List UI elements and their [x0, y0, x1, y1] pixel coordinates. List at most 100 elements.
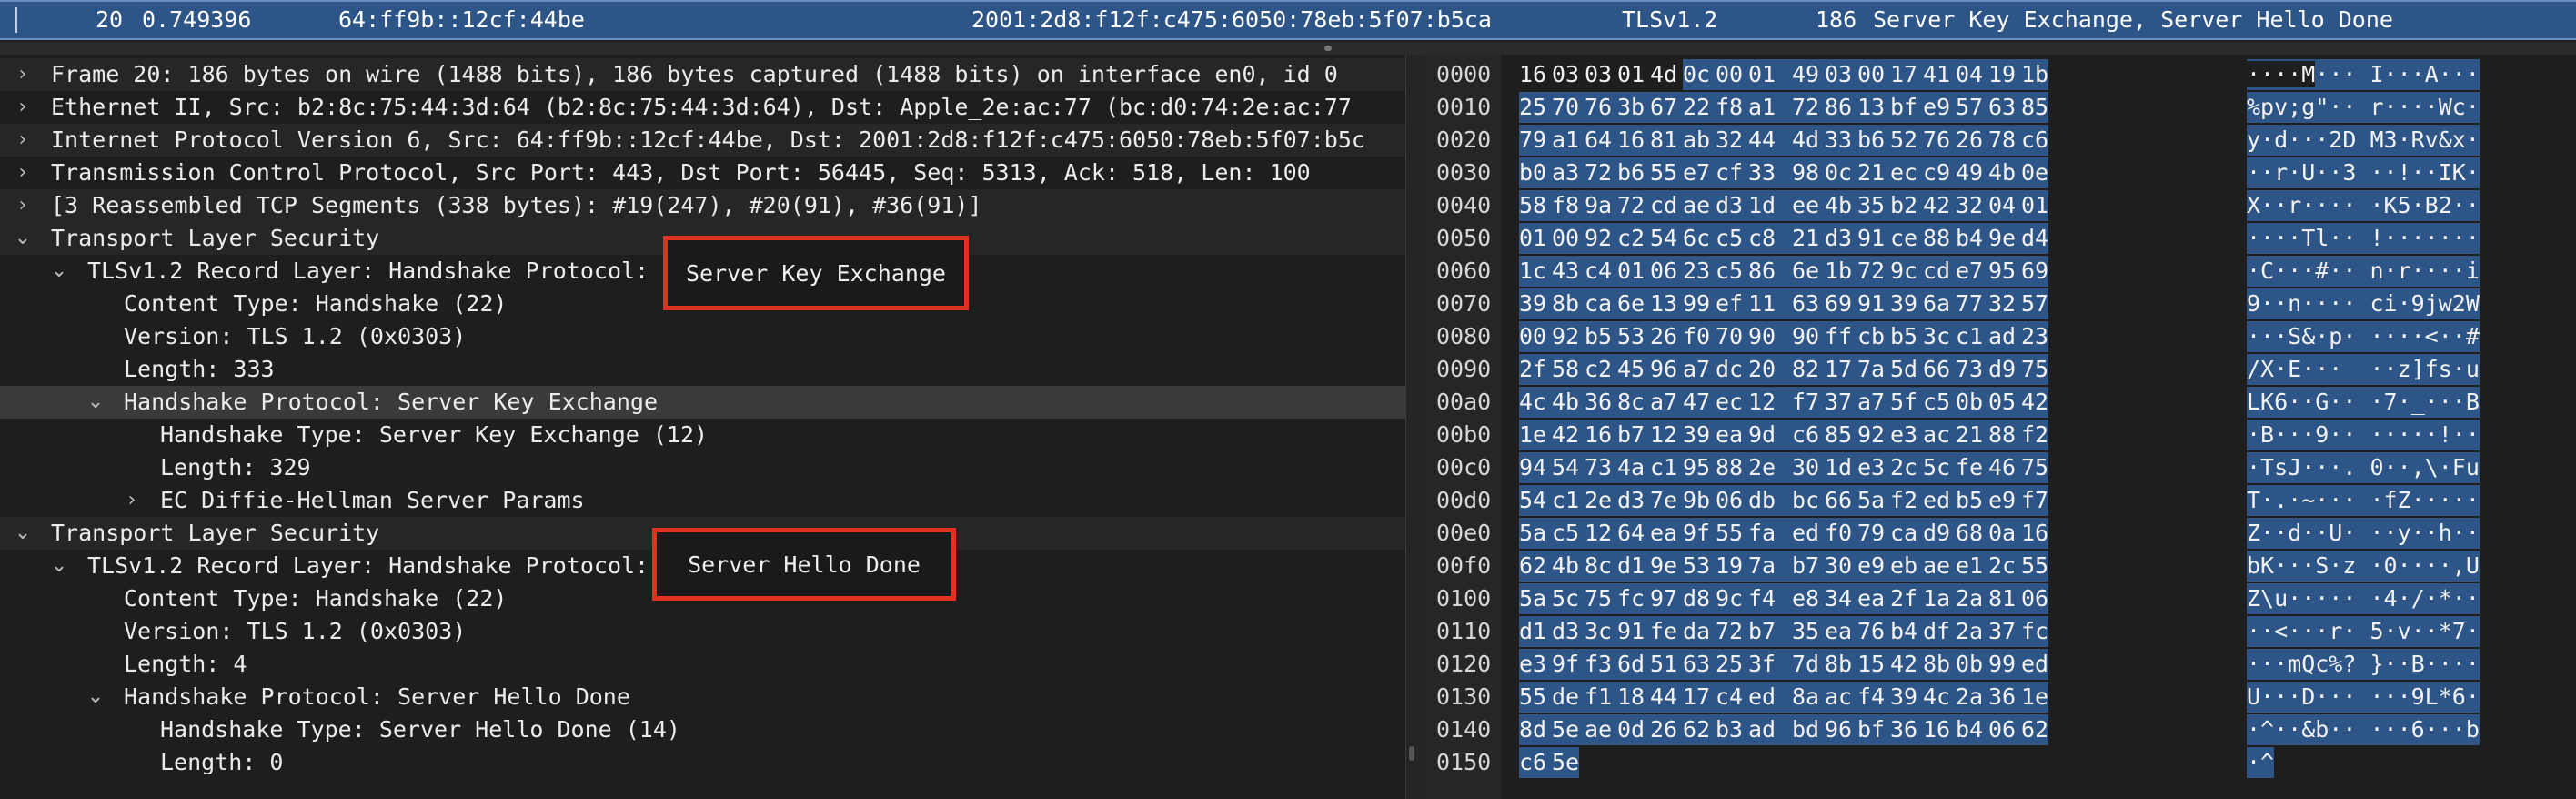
hex-byte[interactable]: c5 [1923, 387, 1950, 418]
hex-byte[interactable]: 15 [1857, 649, 1885, 680]
hex-byte[interactable]: b7 [1748, 616, 1776, 647]
hex-byte[interactable]: 42 [1890, 649, 1917, 680]
hex-byte[interactable]: 03 [1552, 59, 1579, 90]
hex-byte[interactable]: 9a [1585, 190, 1612, 221]
hex-byte[interactable]: 96 [1650, 354, 1677, 385]
hex-byte[interactable]: 9b [1683, 485, 1710, 516]
hex-line[interactable]: 00c0 94 54 73 4a c1 95 88 2e 30 1d e3 2c 5c fe 46 75 ·TsJ… [1424, 451, 2576, 484]
hex-byte[interactable]: ed [1792, 518, 1819, 549]
hex-line[interactable]: 0050 01 00 92 c2 54 6c c5 c8 21 d3 91 ce 88 b4 9e d4 ····… [1424, 222, 2576, 255]
hex-byte[interactable]: c2 [1585, 354, 1612, 385]
hex-byte[interactable]: eb [1890, 551, 1917, 582]
hex-byte[interactable]: 2a [1956, 616, 1983, 647]
hex-byte[interactable]: 39 [1890, 288, 1917, 319]
tree-row[interactable]: › Ethernet II, Src: b2:8c:75:44:3d:64 (b2… [0, 91, 1405, 124]
hex-byte[interactable]: 96 [1825, 714, 1852, 745]
hex-byte[interactable]: 54 [1650, 223, 1677, 254]
hex-byte[interactable]: c8 [1748, 223, 1776, 254]
hex-byte[interactable]: 82 [1792, 354, 1819, 385]
hex-byte[interactable]: 32 [1988, 288, 2016, 319]
hex-byte[interactable]: 00 [1857, 59, 1885, 90]
hex-byte[interactable]: 5f [1890, 387, 1917, 418]
ascii-text[interactable]: ·^··&b·· ···6···b [2247, 714, 2480, 745]
hex-byte[interactable]: c1 [1650, 452, 1677, 483]
hex-byte[interactable]: 91 [1857, 223, 1885, 254]
hex-line[interactable]: 0080 00 92 b5 53 26 f0 70 90 90 ff cb b5 3c c1 ad 23 ···S… [1424, 320, 2576, 353]
hex-byte[interactable]: 55 [2021, 551, 2048, 582]
hex-byte[interactable]: 6d [1617, 649, 1645, 680]
hex-byte[interactable]: bf [1890, 92, 1917, 123]
hex-byte[interactable]: 3c [1923, 321, 1950, 352]
hex-byte[interactable]: f3 [1585, 649, 1612, 680]
ascii-text[interactable]: ·C···#·· n·r····i [2247, 256, 2480, 287]
ascii-text[interactable]: ·B···9·· ·····!·· [2247, 420, 2480, 450]
hex-byte[interactable]: d3 [1552, 616, 1579, 647]
hex-byte[interactable]: 6a [1923, 288, 1950, 319]
hex-byte[interactable]: c6 [1519, 747, 1546, 778]
hex-byte[interactable]: c6 [1792, 420, 1819, 450]
hex-byte[interactable]: 20 [1748, 354, 1776, 385]
hex-byte[interactable]: 0a [1988, 518, 2016, 549]
hex-byte[interactable]: 35 [1857, 190, 1885, 221]
hex-byte[interactable]: a3 [1552, 157, 1579, 188]
hex-byte[interactable]: d1 [1617, 551, 1645, 582]
hex-byte[interactable]: 95 [1683, 452, 1710, 483]
hex-line[interactable]: 00e0 5a c5 12 64 ea 9f 55 fa ed f0 79 ca d9 68 0a 16 Z··d… [1424, 517, 2576, 550]
hex-byte[interactable]: ae [1683, 190, 1710, 221]
hex-byte[interactable]: 26 [1956, 125, 1983, 156]
hex-byte[interactable]: 03 [1585, 59, 1612, 90]
hex-byte[interactable]: 8b [1923, 649, 1950, 680]
hex-byte[interactable]: 4a [1617, 452, 1645, 483]
hex-byte[interactable]: 04 [1956, 59, 1983, 90]
hex-byte[interactable]: 9f [1683, 518, 1710, 549]
hex-byte[interactable]: 16 [1519, 59, 1546, 90]
hex-line[interactable]: 00a0 4c 4b 36 8c a7 47 ec 12 f7 37 a7 5f c5 0b 05 42 LK6·… [1424, 386, 2576, 419]
hex-byte[interactable]: d8 [1683, 583, 1710, 614]
ascii-text[interactable]: X··r···· ·K5·B2·· [2247, 190, 2480, 221]
hex-byte[interactable]: 16 [1585, 420, 1612, 450]
hex-byte[interactable]: 42 [1552, 420, 1579, 450]
hex-byte[interactable]: 3b [1617, 92, 1645, 123]
hex-byte[interactable]: 3c [1585, 616, 1612, 647]
ascii-text[interactable]: U···D··· ···9L*6· [2247, 682, 2480, 713]
hex-byte[interactable]: 0d [1617, 714, 1645, 745]
hex-byte[interactable]: b6 [1857, 125, 1885, 156]
hex-byte[interactable]: 1a [1923, 583, 1950, 614]
hex-byte[interactable]: 12 [1585, 518, 1612, 549]
hex-byte[interactable]: b0 [1519, 157, 1546, 188]
hex-byte[interactable]: 13 [1857, 92, 1885, 123]
hex-byte[interactable]: 0b [1956, 649, 1983, 680]
hex-line[interactable]: 0040 58 f8 9a 72 cd ae d3 1d ee 4b 35 b2 42 32 04 01 X··r… [1424, 189, 2576, 222]
hex-byte[interactable]: 5a [1519, 518, 1546, 549]
hex-byte[interactable]: 01 [1617, 59, 1645, 90]
hex-byte[interactable]: ef [1716, 288, 1743, 319]
hex-byte[interactable]: f4 [1748, 583, 1776, 614]
hex-byte[interactable]: 91 [1617, 616, 1645, 647]
hex-byte[interactable]: 75 [2021, 452, 2048, 483]
hex-byte[interactable]: 66 [1825, 485, 1852, 516]
hex-byte[interactable]: 73 [1585, 452, 1612, 483]
hex-byte[interactable]: 8b [1825, 649, 1852, 680]
hex-byte[interactable]: 4b [1825, 190, 1852, 221]
hex-byte[interactable]: 66 [1923, 354, 1950, 385]
ascii-text[interactable]: y·d···2D M3·Rv&x· [2247, 125, 2480, 156]
ascii-text[interactable]: ·^ [2247, 747, 2275, 778]
hex-byte[interactable]: 73 [1956, 354, 1983, 385]
hex-byte[interactable]: b5 [1890, 321, 1917, 352]
hex-byte[interactable]: 94 [1519, 452, 1546, 483]
hex-byte[interactable]: 76 [1923, 125, 1950, 156]
hex-line[interactable]: 0140 8d 5e ae 0d 26 62 b3 ad bd 96 bf 36 16 b4 06 62 ·^··… [1424, 713, 2576, 746]
hex-byte[interactable]: 5a [1519, 583, 1546, 614]
hex-byte[interactable]: 5e [1552, 747, 1579, 778]
hex-byte[interactable]: 37 [1988, 616, 2016, 647]
hex-byte[interactable]: 62 [1519, 551, 1546, 582]
hex-byte[interactable]: 62 [1683, 714, 1710, 745]
expand-arrow-icon[interactable]: › [13, 189, 33, 222]
hex-byte[interactable]: 92 [1857, 420, 1885, 450]
hex-byte[interactable]: 17 [1890, 59, 1917, 90]
tree-row[interactable]: › EC Diffie-Hellman Server Params [0, 484, 1405, 517]
hex-byte[interactable]: 8d [1519, 714, 1546, 745]
hex-byte[interactable]: 1e [1519, 420, 1546, 450]
hex-byte[interactable]: 25 [1716, 649, 1743, 680]
hex-byte[interactable]: 6e [1617, 288, 1645, 319]
